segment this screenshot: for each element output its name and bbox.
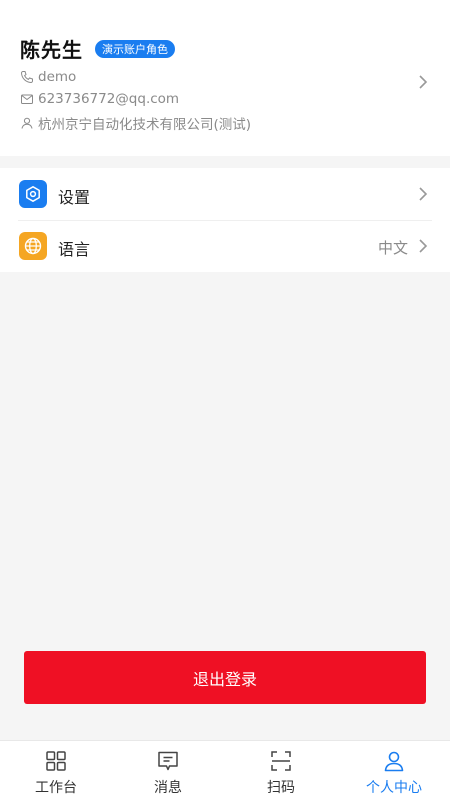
chevron-right-icon [418, 238, 428, 254]
bottom-tab-bar: 工作台 消息 扫码 个人中心 [0, 740, 450, 800]
globe-icon [19, 232, 47, 260]
phone-icon [20, 70, 34, 84]
tab-workbench[interactable]: 工作台 [0, 741, 112, 800]
grid-icon [44, 749, 68, 773]
message-icon [156, 749, 180, 773]
company-text: 杭州京宁自动化技术有限公司(测试) [38, 117, 252, 133]
menu-item-settings[interactable]: 设置 [0, 168, 450, 220]
company-row: 杭州京宁自动化技术有限公司(测试) [20, 113, 251, 133]
mail-icon [20, 92, 34, 106]
logout-button[interactable]: 退出登录 [24, 651, 426, 704]
tab-profile[interactable]: 个人中心 [338, 741, 450, 800]
settings-menu: 设置 语言 中文 [0, 168, 450, 272]
tab-label: 消息 [154, 780, 182, 796]
gear-icon [19, 180, 47, 208]
email-row: 623736772@qq.com [20, 91, 179, 107]
user-name: 陈先生 [20, 38, 83, 62]
person-icon [382, 749, 406, 773]
language-value: 中文 [377, 239, 408, 257]
name-row: 陈先生 演示账户角色 [20, 34, 175, 63]
profile-card[interactable]: 陈先生 演示账户角色 demo 623736772@qq.com 杭州京宁自动化… [0, 0, 450, 156]
tab-label: 个人中心 [366, 780, 422, 796]
chevron-right-icon [418, 186, 428, 202]
tab-messages[interactable]: 消息 [112, 741, 224, 800]
role-badge: 演示账户角色 [95, 39, 175, 58]
menu-item-language[interactable]: 语言 中文 [0, 220, 450, 272]
menu-item-label: 语言 [58, 240, 91, 259]
tab-label: 扫码 [267, 780, 295, 796]
tab-label: 工作台 [35, 780, 77, 796]
username-text: demo [38, 69, 77, 85]
tab-scan[interactable]: 扫码 [225, 741, 337, 800]
menu-item-label: 设置 [58, 188, 91, 207]
scan-icon [269, 749, 293, 773]
email-text: 623736772@qq.com [38, 91, 180, 107]
username-row: demo [20, 69, 76, 85]
chevron-right-icon [418, 74, 428, 90]
user-icon [20, 116, 34, 130]
